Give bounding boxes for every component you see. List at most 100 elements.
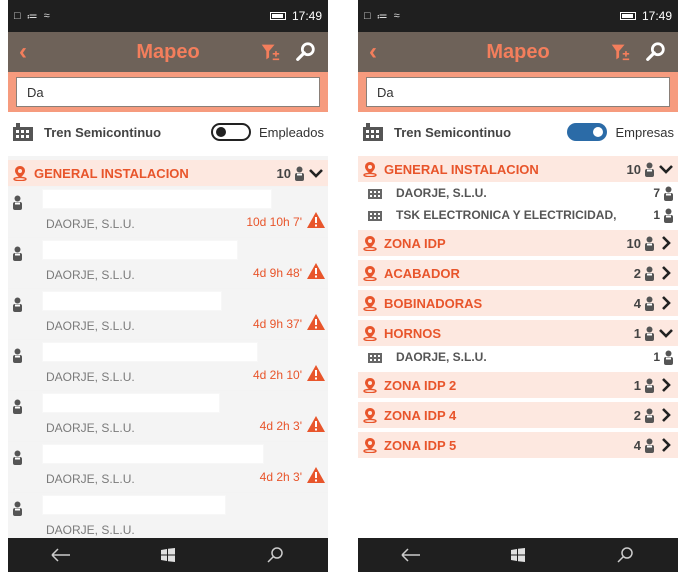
list-item[interactable]: DAORJE, S.L.U. [8, 492, 328, 538]
nav-search-button[interactable] [605, 538, 645, 572]
filter-button[interactable] [258, 40, 282, 64]
battery-icon [269, 12, 286, 20]
elapsed-time: 4d 9h 37' [252, 317, 302, 331]
zone-count: 2 [633, 407, 641, 423]
chevron-down-icon[interactable] [658, 325, 674, 341]
view-toggle[interactable] [210, 123, 251, 141]
zone-header[interactable]: ZONA IDP 10 [358, 230, 678, 256]
person-icon [663, 208, 674, 223]
person-icon [12, 195, 23, 210]
chevron-right-icon[interactable] [658, 265, 674, 281]
toggle-label: Empresas [615, 124, 674, 140]
zone-header[interactable]: GENERAL INSTALACION 10 [8, 160, 328, 186]
zone-header[interactable]: ZONA IDP 2 1 [358, 372, 678, 398]
zone-header[interactable]: ACABADOR 2 [358, 260, 678, 286]
chevron-right-icon[interactable] [658, 295, 674, 311]
zone-name: ZONA IDP [384, 235, 446, 251]
building-icon [368, 351, 382, 363]
system-nav-bar [358, 538, 678, 572]
zone-header[interactable]: ZONA IDP 5 4 [358, 432, 678, 458]
company-count: 1 [653, 350, 660, 364]
list-item[interactable]: DAORJE, S.L.U. 4d 2h 3' [8, 441, 328, 492]
chevron-down-icon[interactable] [308, 165, 324, 181]
list-item[interactable]: DAORJE, S.L.U. 4d 2h 10' [8, 339, 328, 390]
phone-screen-employees: □ ≔ ≈ 17:49 ‹ Mapeo Tren Semicontinuo Em… [8, 0, 328, 572]
chevron-down-icon[interactable] [658, 161, 674, 177]
zone-count: 4 [633, 437, 641, 453]
person-icon [644, 162, 655, 177]
company-row[interactable]: DAORJE, S.L.U. 7 [358, 182, 678, 204]
nav-back-button[interactable] [41, 538, 81, 572]
search-input[interactable] [16, 77, 320, 107]
notification-icon: □ [14, 9, 21, 22]
person-icon [294, 166, 305, 181]
location-pin-icon [362, 265, 378, 281]
toggle-label: Empleados [258, 124, 324, 140]
windows-icon [160, 548, 175, 562]
company-name: DAORJE, S.L.U. [46, 319, 135, 333]
toolbar: Tren Semicontinuo Empleados [8, 112, 328, 152]
status-bar: □ ≔ ≈ 17:49 [358, 0, 678, 32]
view-toggle[interactable] [567, 123, 608, 141]
zone-header[interactable]: BOBINADORAS 4 [358, 290, 678, 316]
zone-name: HORNOS [384, 325, 442, 341]
list-item[interactable]: DAORJE, S.L.U. 4d 9h 48' [8, 237, 328, 288]
location-pin-icon [362, 295, 378, 311]
zone-name: ZONA IDP 4 [384, 407, 457, 423]
name-placeholder [42, 240, 238, 260]
company-name: DAORJE, S.L.U. [396, 186, 487, 200]
elapsed-time: 10d 10h 7' [246, 215, 302, 229]
factory-icon [362, 121, 384, 143]
zone-header[interactable]: ZONA IDP 4 2 [358, 402, 678, 428]
back-arrow-icon: ‹ [369, 38, 377, 65]
back-arrow-icon: ‹ [19, 38, 27, 65]
zone-name: BOBINADORAS [384, 295, 483, 311]
search-input[interactable] [366, 77, 670, 107]
system-nav-bar [8, 538, 328, 572]
nav-home-button[interactable] [498, 538, 538, 572]
company-name: DAORJE, S.L.U. [46, 268, 135, 282]
filter-button[interactable] [608, 40, 632, 64]
signal-icon: ≔ [376, 10, 388, 23]
zone-header[interactable]: HORNOS 1 [358, 320, 678, 346]
company-row[interactable]: TSK ELECTRONICA Y ELECTRICIDAD, 1 [358, 204, 678, 226]
building-icon [368, 187, 382, 199]
area-label: Tren Semicontinuo [44, 124, 162, 140]
nav-back-button[interactable] [391, 538, 431, 572]
nav-back-icon [51, 548, 71, 562]
elapsed-time: 4d 2h 3' [259, 470, 302, 484]
company-name: DAORJE, S.L.U. [396, 350, 487, 364]
factory-icon [12, 121, 34, 143]
company-row[interactable]: DAORJE, S.L.U. 1 [358, 346, 678, 368]
warning-icon [306, 466, 326, 484]
name-placeholder [42, 495, 226, 515]
list-item[interactable]: DAORJE, S.L.U. 4d 2h 3' [8, 390, 328, 441]
list-item[interactable]: DAORJE, S.L.U. 4d 9h 37' [8, 288, 328, 339]
back-button[interactable]: ‹ [8, 32, 38, 72]
name-placeholder [42, 444, 264, 464]
zone-count: 10 [626, 161, 641, 177]
zone-count: 10 [626, 235, 641, 251]
notification-icon: □ [364, 9, 371, 22]
zone-list: GENERAL INSTALACION 10 DAORJE, S.L.U. 7 TSK … [358, 156, 678, 458]
chevron-right-icon[interactable] [658, 377, 674, 393]
zone-header[interactable]: GENERAL INSTALACION 10 [358, 156, 678, 182]
back-button[interactable]: ‹ [358, 32, 388, 72]
nav-search-button[interactable] [255, 538, 295, 572]
chevron-right-icon[interactable] [658, 235, 674, 251]
nav-home-button[interactable] [148, 538, 188, 572]
person-icon [644, 378, 655, 393]
chevron-right-icon[interactable] [658, 437, 674, 453]
status-icons: □ ≔ ≈ [364, 10, 400, 23]
person-icon [644, 266, 655, 281]
search-button[interactable] [644, 40, 668, 64]
company-count: 7 [653, 186, 660, 200]
chevron-right-icon[interactable] [658, 407, 674, 423]
search-button[interactable] [294, 40, 318, 64]
person-icon [644, 236, 655, 251]
building-icon [368, 209, 382, 221]
nav-search-icon [267, 547, 283, 563]
person-icon [12, 399, 23, 414]
list-item[interactable]: DAORJE, S.L.U. 10d 10h 7' [8, 186, 328, 237]
signal-icon: ≔ [26, 10, 38, 23]
